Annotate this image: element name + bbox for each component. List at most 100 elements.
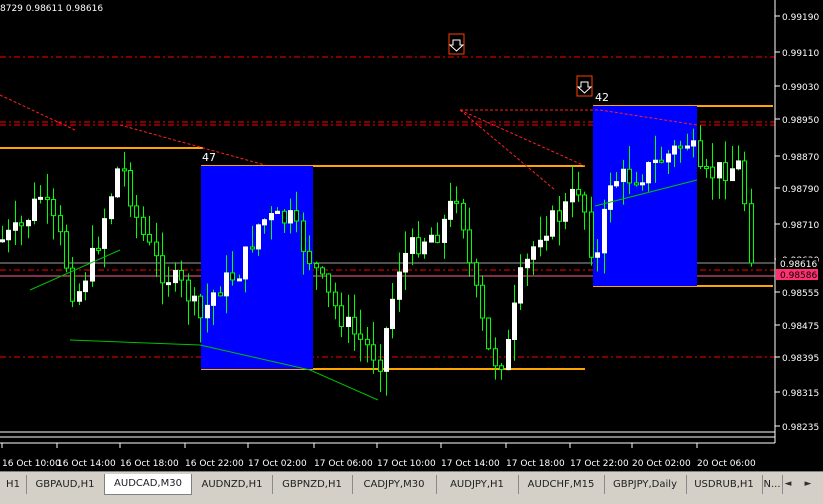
bid-price-label: 0.98616 — [780, 260, 817, 270]
chart-tab[interactable]: N... — [762, 475, 783, 494]
bear-candle — [198, 295, 203, 319]
bear-candle — [678, 145, 683, 149]
bear-candle — [179, 269, 184, 281]
bear-candle — [474, 262, 479, 286]
time-tick-label: 20 Oct 02:00 — [632, 459, 691, 469]
bear-candle — [64, 231, 69, 269]
bull-candle — [346, 316, 351, 328]
bear-candle — [51, 199, 56, 217]
price-tick-label: 0.99030 — [782, 83, 819, 93]
bear-candle — [499, 365, 504, 371]
bull-candle — [595, 252, 600, 258]
bull-candle — [685, 145, 690, 149]
bull-candle — [691, 140, 696, 147]
bear-candle — [147, 233, 152, 243]
time-tick-label: 17 Oct 18:00 — [506, 459, 565, 469]
chart-tab[interactable]: CADJPY,M30 — [352, 475, 437, 494]
bear-candle — [461, 202, 466, 231]
bear-candle — [582, 194, 587, 213]
bear-candle — [320, 267, 325, 275]
price-tick-label: 0.98870 — [782, 153, 819, 163]
price-tick-label: 0.98790 — [782, 185, 819, 195]
zone-label: 42 — [595, 91, 609, 104]
price-chart[interactable]: 0.99190 0.99110 0.99030 0.98950 0.98870 0.987… — [0, 0, 823, 471]
bear-candle — [557, 210, 562, 222]
bear-candle — [634, 182, 639, 186]
bear-candle — [704, 165, 709, 169]
bear-candle — [352, 316, 357, 335]
bull-candle — [621, 168, 626, 183]
bull-candle — [384, 328, 389, 372]
bull-candle — [448, 200, 453, 220]
bear-candle — [454, 200, 459, 204]
bull-candle — [38, 196, 43, 200]
price-tick-label: 0.98475 — [782, 322, 819, 332]
bear-candle — [749, 203, 754, 264]
chart-tab[interactable]: USDRUB,H1 — [686, 475, 763, 494]
bear-candle — [141, 216, 146, 235]
bull-candle — [570, 188, 575, 203]
bear-candle — [742, 160, 747, 205]
bull-candle — [109, 196, 114, 220]
bull-candle — [6, 229, 11, 241]
bull-candle — [262, 219, 267, 226]
time-tick-label: 16 Oct 10:00 — [2, 459, 61, 469]
chart-tab-bar: H1 GBPAUD,H1 AUDCAD,M30 AUDNZD,H1 GBPNZD,H1 C… — [0, 471, 823, 504]
chart-tab[interactable]: GBPAUD,H1 — [26, 475, 105, 494]
bull-candle — [531, 246, 536, 260]
chart-tab[interactable]: H1 — [0, 475, 27, 494]
time-tick-label: 16 Oct 14:00 — [57, 459, 116, 469]
bull-candle — [83, 280, 88, 293]
bear-candle — [154, 241, 159, 257]
bear-candle — [627, 168, 632, 184]
bear-candle — [58, 215, 63, 233]
bear-candle — [96, 247, 101, 251]
bear-candle — [307, 250, 312, 265]
bull-candle — [288, 210, 293, 224]
bear-candle — [218, 292, 223, 297]
bull-candle — [224, 272, 229, 297]
tab-scroll-left-button[interactable]: ◄ — [782, 478, 794, 490]
bull-candle — [403, 252, 408, 273]
bull-candle — [602, 208, 607, 254]
bull-candle — [77, 291, 82, 302]
bear-candle — [416, 237, 421, 255]
bull-candle — [506, 338, 511, 371]
chart-tab[interactable]: AUDNZD,H1 — [192, 475, 273, 494]
bear-candle — [294, 210, 299, 222]
bear-candle — [480, 284, 485, 319]
bull-candle — [173, 269, 178, 284]
bear-candle — [250, 246, 255, 250]
bull-candle — [102, 218, 107, 249]
bull-candle — [512, 302, 517, 340]
time-tick-label: 16 Oct 18:00 — [120, 459, 179, 469]
chart-tab[interactable]: AUDJPY,H1 — [436, 475, 519, 494]
bull-candle — [429, 234, 434, 243]
bull-candle — [666, 153, 671, 163]
bull-candle — [442, 218, 447, 243]
price-tick-label: 0.98235 — [782, 423, 819, 433]
bear-candle — [467, 229, 472, 264]
bear-candle — [358, 333, 363, 340]
bear-candle — [365, 338, 370, 346]
bear-candle — [326, 273, 331, 293]
chart-tab[interactable]: AUDCAD,M30 — [104, 474, 192, 495]
price-tick-label: 0.98710 — [782, 221, 819, 231]
chart-tab[interactable]: AUDCHF,M15 — [518, 475, 605, 494]
bear-candle — [333, 291, 338, 307]
bull-candle — [422, 241, 427, 255]
tab-scroll-right-button[interactable]: ► — [802, 478, 814, 490]
bull-candle — [237, 278, 242, 282]
chart-tab[interactable]: GBPJPY,Daily — [604, 475, 687, 494]
chart-canvas[interactable]: 0.99190 0.99110 0.99030 0.98950 0.98870 0.987… — [0, 0, 823, 471]
bull-candle — [614, 181, 619, 187]
time-tick-label: 16 Oct 22:00 — [185, 459, 244, 469]
bear-candle — [339, 305, 344, 328]
bear-candle — [589, 211, 594, 258]
bull-candle — [410, 237, 415, 254]
bear-candle — [19, 222, 24, 227]
bull-candle — [608, 185, 613, 210]
bear-candle — [134, 205, 139, 218]
chart-tab[interactable]: GBPNZD,H1 — [272, 475, 353, 494]
bear-candle — [378, 359, 383, 372]
